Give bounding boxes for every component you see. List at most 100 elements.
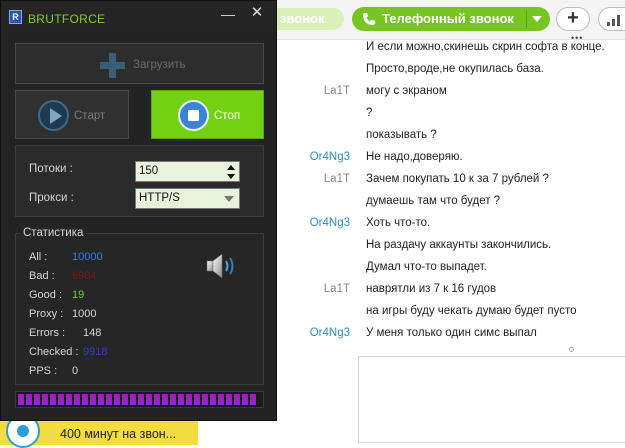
progress-segment: [122, 394, 128, 405]
threads-label: Потоки :: [29, 163, 73, 175]
close-button[interactable]: ✕: [249, 5, 265, 22]
stat-label: Good :: [29, 289, 63, 301]
progress-segment: [26, 394, 32, 405]
app-logo-icon: R: [9, 10, 22, 24]
ad-text[interactable]: 400 минут на звон...: [60, 427, 176, 441]
load-button[interactable]: Загрузить: [15, 43, 264, 84]
progress-segment: [42, 394, 48, 405]
stat-label: Proxy :: [29, 308, 64, 320]
message-input[interactable]: [358, 356, 625, 443]
stepper-up-icon[interactable]: [227, 165, 235, 170]
title-bar[interactable]: R BRUTFORCE — ✕: [1, 1, 276, 31]
progress-segment: [82, 394, 88, 405]
stat-value: 9984: [72, 270, 97, 282]
stat-label: Bad :: [29, 270, 55, 282]
brutforce-window: R BRUTFORCE — ✕ Загрузить Старт Стоп Пот…: [0, 0, 277, 421]
message-text: могу с экраном: [366, 85, 447, 97]
load-label: Загрузить: [133, 59, 186, 71]
progress-segment: [98, 394, 104, 405]
stat-value: 19: [72, 289, 85, 301]
stat-label: Checked :: [29, 346, 79, 358]
stat-value: 1000: [72, 308, 97, 320]
message-text: И если можно,скинешь скрин софта в конце…: [366, 41, 605, 53]
progress-segment: [218, 394, 224, 405]
phone-call-label: Телефонный звонок: [382, 11, 514, 26]
minimize-button[interactable]: —: [221, 6, 235, 22]
message-text: на игры буду чекать думаю будет пусто: [366, 305, 577, 317]
message-text: У меня только один симс выпал: [366, 327, 537, 339]
message-text: ?: [366, 107, 373, 119]
progress-segment: [234, 394, 240, 405]
progress-segment: [162, 394, 168, 405]
progress-segment: [50, 394, 56, 405]
progress-segment: [226, 394, 232, 405]
progress-segment: [66, 394, 72, 405]
progress-segment: [250, 394, 256, 405]
stepper-down-icon[interactable]: [227, 174, 235, 179]
progress-bar: [15, 391, 264, 408]
progress-segment: [170, 394, 176, 405]
stop-label: Стоп: [214, 110, 241, 122]
progress-segment: [154, 394, 160, 405]
chevron-down-icon[interactable]: [532, 16, 542, 22]
phone-call-button[interactable]: Телефонный звонок: [352, 7, 550, 31]
progress-segment: [106, 394, 112, 405]
start-label: Старт: [74, 110, 106, 122]
message-text: На раздачу аккаунты закончились.: [366, 239, 552, 251]
stat-label: PPS :: [29, 365, 58, 377]
threads-stepper[interactable]: 150: [135, 161, 240, 182]
progress-segment: [114, 394, 120, 405]
chevron-down-icon[interactable]: [224, 196, 234, 202]
stop-icon: [178, 100, 209, 131]
stat-value: 148: [83, 327, 102, 339]
progress-segment: [242, 394, 248, 405]
settings-panel: Потоки : 150 Прокси : HTTP/S: [15, 145, 264, 217]
message-sender[interactable]: La1T: [294, 85, 350, 97]
progress-segment: [146, 394, 152, 405]
message-text: Зачем покупать 10 к за 7 рублей ?: [366, 173, 549, 185]
signal-icon: [607, 15, 620, 26]
progress-segment: [34, 394, 40, 405]
progress-segment: [138, 394, 144, 405]
stat-value: 9918: [83, 346, 108, 358]
stat-label: Errors :: [29, 327, 66, 339]
proxy-label: Прокси :: [29, 192, 74, 204]
phone-icon: [362, 12, 376, 26]
message-text: Думал что-то выпадет.: [366, 261, 487, 273]
progress-segment: [202, 394, 208, 405]
progress-segment: [210, 394, 216, 405]
plus-icon: [100, 53, 125, 78]
progress-segment: [194, 394, 200, 405]
proxy-select[interactable]: HTTP/S: [135, 188, 240, 209]
stat-label: All :: [29, 251, 48, 263]
window-title: BRUTFORCE: [28, 12, 106, 26]
start-button[interactable]: Старт: [15, 90, 129, 139]
add-button[interactable]: +: [556, 7, 590, 31]
stat-value: 0: [72, 365, 79, 377]
threads-value: 150: [139, 165, 159, 177]
message-text: Хоть что-то.: [366, 217, 431, 229]
speaker-icon[interactable]: [205, 251, 239, 281]
message-sender[interactable]: La1T: [294, 283, 350, 295]
divider: [526, 10, 527, 28]
message-sender[interactable]: Or4Ng3: [294, 217, 350, 229]
more-button[interactable]: [598, 7, 625, 31]
message-sender[interactable]: Or4Ng3: [294, 327, 350, 339]
message-sender[interactable]: La1T: [294, 173, 350, 185]
progress-segment: [18, 394, 24, 405]
stop-button[interactable]: Стоп: [151, 90, 264, 139]
play-icon: [38, 100, 69, 131]
message-text: думаешь там что будет ?: [366, 195, 501, 207]
indicator-icon: [569, 347, 574, 352]
voice-call-button[interactable]: звонок: [268, 8, 344, 30]
proxy-value: HTTP/S: [139, 192, 180, 204]
message-sender[interactable]: Or4Ng3: [294, 151, 350, 163]
statistics-title: Статистика: [20, 227, 87, 239]
message-text: Просто,вроде,не окупилась база.: [366, 63, 544, 75]
progress-segment: [178, 394, 184, 405]
progress-segment: [74, 394, 80, 405]
message-text: наврятли из 7 к 16 гудов: [366, 283, 497, 295]
progress-segment: [130, 394, 136, 405]
stat-value: 10000: [72, 251, 103, 263]
progress-segment: [90, 394, 96, 405]
